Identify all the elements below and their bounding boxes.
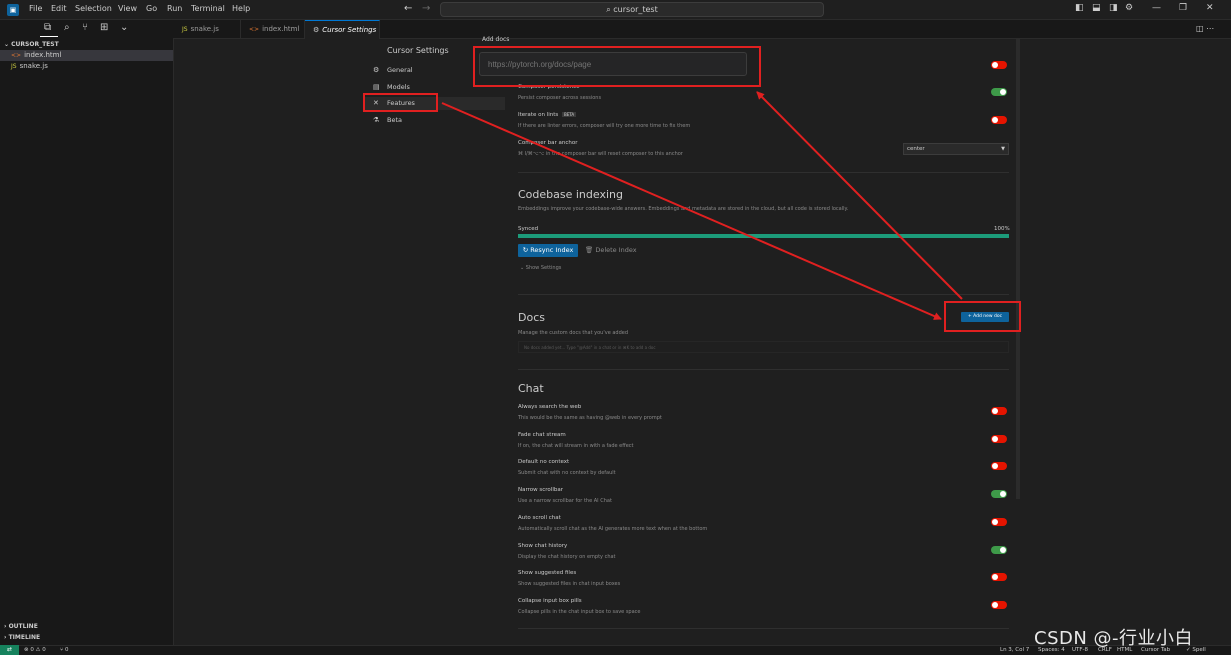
ports-indicator[interactable]: ⑂ 0: [60, 645, 69, 655]
remote-indicator[interactable]: ⇄: [0, 645, 19, 655]
popup-highlight-box: [473, 46, 761, 87]
watermark: CSDN @-行业小白: [1034, 628, 1194, 649]
arrow-to-add-doc: [441, 102, 942, 320]
cursor-position[interactable]: Ln 3, Col 7: [1000, 645, 1029, 655]
annotation-overlay: [363, 46, 1021, 332]
problems-indicator[interactable]: ⊗ 0 ⚠ 0: [24, 645, 46, 655]
features-highlight-box: [363, 93, 438, 112]
arrow-to-popup: [756, 91, 963, 300]
add-doc-highlight-box: [944, 301, 1021, 332]
